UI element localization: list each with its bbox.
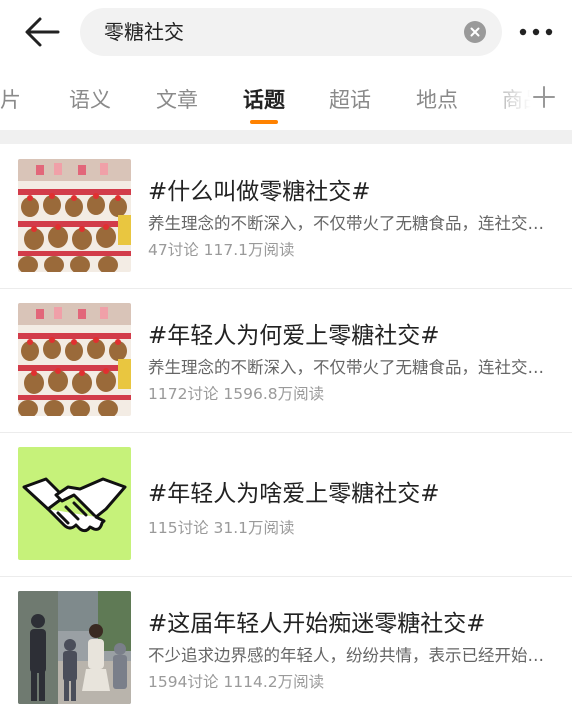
more-options-button[interactable] bbox=[516, 14, 556, 50]
handshake-image bbox=[18, 447, 131, 560]
topic-title: #这届年轻人开始痴迷零糖社交# bbox=[148, 611, 486, 637]
active-tab-indicator bbox=[250, 120, 278, 124]
tab-topics[interactable]: 话题 bbox=[243, 84, 285, 114]
tab-places[interactable]: 地点 bbox=[416, 84, 458, 114]
category-tabs: 图片 语义 文章 话题 超话 地点 商品 bbox=[0, 64, 572, 130]
topic-stats: 1594讨论 1114.2万阅读 bbox=[148, 673, 325, 691]
topic-description: 养生理念的不断深入，不仅带火了无糖食品，连社交也开始讲究零糖了 bbox=[148, 358, 556, 377]
topic-title: #年轻人为啥爱上零糖社交# bbox=[148, 481, 440, 507]
topic-stats: 1172讨论 1596.8万阅读 bbox=[148, 385, 325, 403]
tab-super-topics[interactable]: 超话 bbox=[329, 84, 371, 114]
arrow-left-icon bbox=[25, 17, 60, 47]
section-divider bbox=[0, 130, 572, 144]
topic-title: #什么叫做零糖社交# bbox=[148, 179, 371, 205]
topic-item[interactable]: #年轻人为啥爱上零糖社交# 115讨论 31.1万阅读 bbox=[0, 432, 572, 576]
add-tab-button[interactable] bbox=[530, 82, 558, 112]
tab-articles[interactable]: 文章 bbox=[156, 84, 198, 114]
topic-item[interactable]: #年轻人为何爱上零糖社交# 养生理念的不断深入，不仅带火了无糖食品，连社交也开始… bbox=[0, 288, 572, 432]
plush-toys-image bbox=[18, 303, 131, 416]
topic-thumbnail[interactable] bbox=[18, 591, 131, 704]
tab-semantic[interactable]: 语义 bbox=[69, 84, 111, 114]
topic-item[interactable]: #什么叫做零糖社交# 养生理念的不断深入，不仅带火了无糖食品，连社交也开始讲究零… bbox=[0, 144, 572, 288]
topic-thumbnail[interactable] bbox=[18, 447, 131, 560]
topic-description: 养生理念的不断深入，不仅带火了无糖食品，连社交也开始讲究零糖了 bbox=[148, 214, 556, 233]
clear-circle-icon bbox=[470, 27, 480, 37]
topic-item[interactable]: #这届年轻人开始痴迷零糖社交# 不少追求边界感的年轻人，纷纷共情，表示已经开始零… bbox=[0, 576, 572, 720]
topic-stats: 47讨论 117.1万阅读 bbox=[148, 241, 295, 259]
clear-search-button[interactable] bbox=[464, 21, 486, 43]
topic-stats: 115讨论 31.1万阅读 bbox=[148, 519, 295, 537]
topic-thumbnail[interactable] bbox=[18, 159, 131, 272]
search-input[interactable]: 零糖社交 bbox=[80, 8, 502, 56]
topic-list: #什么叫做零糖社交# 养生理念的不断深入，不仅带火了无糖食品，连社交也开始讲究零… bbox=[0, 144, 572, 720]
topic-description: 不少追求边界感的年轻人，纷纷共情，表示已经开始零糖社交 bbox=[148, 646, 556, 665]
topic-thumbnail[interactable] bbox=[18, 303, 131, 416]
more-dots-icon bbox=[519, 28, 553, 36]
search-query-text: 零糖社交 bbox=[104, 20, 184, 44]
plus-icon bbox=[533, 86, 555, 108]
topic-title: #年轻人为何爱上零糖社交# bbox=[148, 323, 440, 349]
tab-images[interactable]: 图片 bbox=[0, 84, 21, 114]
people-outdoor-image bbox=[18, 591, 131, 704]
back-button[interactable] bbox=[22, 12, 62, 52]
search-header: 零糖社交 bbox=[0, 0, 572, 64]
plush-toys-image bbox=[18, 159, 131, 272]
